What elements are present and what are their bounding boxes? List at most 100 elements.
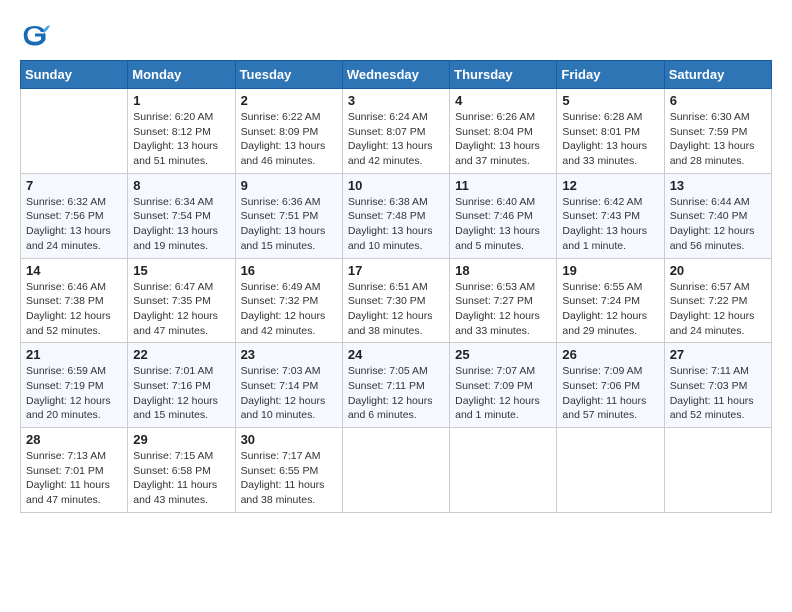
day-number: 4 bbox=[455, 93, 551, 108]
day-number: 3 bbox=[348, 93, 444, 108]
day-info: Sunrise: 7:17 AM Sunset: 6:55 PM Dayligh… bbox=[241, 449, 337, 508]
logo-icon bbox=[20, 20, 50, 50]
day-number: 24 bbox=[348, 347, 444, 362]
day-info: Sunrise: 7:01 AM Sunset: 7:16 PM Dayligh… bbox=[133, 364, 229, 423]
calendar-week-row: 14Sunrise: 6:46 AM Sunset: 7:38 PM Dayli… bbox=[21, 258, 772, 343]
calendar-cell: 23 Sunrise: 7:03 AM Sunset: 7:14 PM Dayli… bbox=[235, 343, 342, 428]
calendar-cell: 22 Sunrise: 7:01 AM Sunset: 7:16 PM Dayli… bbox=[128, 343, 235, 428]
day-number: 25 bbox=[455, 347, 551, 362]
day-number: 15 bbox=[133, 263, 229, 278]
day-info: Sunrise: 7:07 AM Sunset: 7:09 PM Dayligh… bbox=[455, 364, 551, 423]
day-info: Sunrise: 6:26 AM Sunset: 8:04 PM Dayligh… bbox=[455, 110, 551, 169]
day-number: 8 bbox=[133, 178, 229, 193]
day-number: 11 bbox=[455, 178, 551, 193]
day-number: 6 bbox=[670, 93, 766, 108]
day-number: 29 bbox=[133, 432, 229, 447]
day-info: Sunrise: 7:05 AM Sunset: 7:11 PM Dayligh… bbox=[348, 364, 444, 423]
day-number: 19 bbox=[562, 263, 658, 278]
day-info: Sunrise: 6:42 AM Sunset: 7:43 PM Dayligh… bbox=[562, 195, 658, 254]
day-info: Sunrise: 6:34 AM Sunset: 7:54 PM Dayligh… bbox=[133, 195, 229, 254]
calendar-cell: 4 Sunrise: 6:26 AM Sunset: 8:04 PM Daylig… bbox=[450, 89, 557, 174]
day-info: Sunrise: 6:44 AM Sunset: 7:40 PM Dayligh… bbox=[670, 195, 766, 254]
day-info: Sunrise: 6:20 AM Sunset: 8:12 PM Dayligh… bbox=[133, 110, 229, 169]
day-number: 2 bbox=[241, 93, 337, 108]
calendar-cell: 18Sunrise: 6:53 AM Sunset: 7:27 PM Dayli… bbox=[450, 258, 557, 343]
calendar-cell: 29 Sunrise: 7:15 AM Sunset: 6:58 PM Dayli… bbox=[128, 428, 235, 513]
weekday-header: Sunday bbox=[21, 61, 128, 89]
weekday-header: Monday bbox=[128, 61, 235, 89]
calendar-cell: 24 Sunrise: 7:05 AM Sunset: 7:11 PM Dayli… bbox=[342, 343, 449, 428]
weekday-header: Saturday bbox=[664, 61, 771, 89]
day-info: Sunrise: 6:51 AM Sunset: 7:30 PM Dayligh… bbox=[348, 280, 444, 339]
logo bbox=[20, 20, 54, 50]
day-info: Sunrise: 6:36 AM Sunset: 7:51 PM Dayligh… bbox=[241, 195, 337, 254]
calendar-cell: 6 Sunrise: 6:30 AM Sunset: 7:59 PM Daylig… bbox=[664, 89, 771, 174]
weekday-header: Wednesday bbox=[342, 61, 449, 89]
calendar-cell: 9 Sunrise: 6:36 AM Sunset: 7:51 PM Daylig… bbox=[235, 173, 342, 258]
day-info: Sunrise: 7:09 AM Sunset: 7:06 PM Dayligh… bbox=[562, 364, 658, 423]
day-info: Sunrise: 6:57 AM Sunset: 7:22 PM Dayligh… bbox=[670, 280, 766, 339]
calendar-cell: 14Sunrise: 6:46 AM Sunset: 7:38 PM Dayli… bbox=[21, 258, 128, 343]
calendar-cell: 25 Sunrise: 7:07 AM Sunset: 7:09 PM Dayli… bbox=[450, 343, 557, 428]
day-info: Sunrise: 6:55 AM Sunset: 7:24 PM Dayligh… bbox=[562, 280, 658, 339]
day-number: 26 bbox=[562, 347, 658, 362]
weekday-header: Tuesday bbox=[235, 61, 342, 89]
calendar-cell bbox=[21, 89, 128, 174]
day-info: Sunrise: 7:03 AM Sunset: 7:14 PM Dayligh… bbox=[241, 364, 337, 423]
day-number: 30 bbox=[241, 432, 337, 447]
day-number: 13 bbox=[670, 178, 766, 193]
calendar-cell: 8 Sunrise: 6:34 AM Sunset: 7:54 PM Daylig… bbox=[128, 173, 235, 258]
calendar-cell bbox=[664, 428, 771, 513]
calendar-cell: 17Sunrise: 6:51 AM Sunset: 7:30 PM Dayli… bbox=[342, 258, 449, 343]
calendar-week-row: 21Sunrise: 6:59 AM Sunset: 7:19 PM Dayli… bbox=[21, 343, 772, 428]
calendar-cell: 13 Sunrise: 6:44 AM Sunset: 7:40 PM Dayli… bbox=[664, 173, 771, 258]
day-number: 23 bbox=[241, 347, 337, 362]
day-info: Sunrise: 7:11 AM Sunset: 7:03 PM Dayligh… bbox=[670, 364, 766, 423]
day-number: 21 bbox=[26, 347, 122, 362]
calendar-cell bbox=[557, 428, 664, 513]
calendar-cell: 7Sunrise: 6:32 AM Sunset: 7:56 PM Daylig… bbox=[21, 173, 128, 258]
day-info: Sunrise: 6:40 AM Sunset: 7:46 PM Dayligh… bbox=[455, 195, 551, 254]
calendar-cell: 27 Sunrise: 7:11 AM Sunset: 7:03 PM Dayli… bbox=[664, 343, 771, 428]
day-info: Sunrise: 6:53 AM Sunset: 7:27 PM Dayligh… bbox=[455, 280, 551, 339]
day-info: Sunrise: 6:24 AM Sunset: 8:07 PM Dayligh… bbox=[348, 110, 444, 169]
calendar-cell: 10Sunrise: 6:38 AM Sunset: 7:48 PM Dayli… bbox=[342, 173, 449, 258]
calendar-cell: 5 Sunrise: 6:28 AM Sunset: 8:01 PM Daylig… bbox=[557, 89, 664, 174]
calendar-cell: 2 Sunrise: 6:22 AM Sunset: 8:09 PM Daylig… bbox=[235, 89, 342, 174]
calendar-cell: 30 Sunrise: 7:17 AM Sunset: 6:55 PM Dayli… bbox=[235, 428, 342, 513]
day-number: 14 bbox=[26, 263, 122, 278]
calendar-cell: 16Sunrise: 6:49 AM Sunset: 7:32 PM Dayli… bbox=[235, 258, 342, 343]
day-info: Sunrise: 6:28 AM Sunset: 8:01 PM Dayligh… bbox=[562, 110, 658, 169]
weekday-header: Thursday bbox=[450, 61, 557, 89]
day-number: 1 bbox=[133, 93, 229, 108]
day-number: 7 bbox=[26, 178, 122, 193]
day-info: Sunrise: 7:15 AM Sunset: 6:58 PM Dayligh… bbox=[133, 449, 229, 508]
calendar-cell: 3 Sunrise: 6:24 AM Sunset: 8:07 PM Daylig… bbox=[342, 89, 449, 174]
calendar-cell: 20 Sunrise: 6:57 AM Sunset: 7:22 PM Dayli… bbox=[664, 258, 771, 343]
calendar-cell: 21Sunrise: 6:59 AM Sunset: 7:19 PM Dayli… bbox=[21, 343, 128, 428]
calendar-cell: 19 Sunrise: 6:55 AM Sunset: 7:24 PM Dayli… bbox=[557, 258, 664, 343]
day-number: 10 bbox=[348, 178, 444, 193]
day-number: 12 bbox=[562, 178, 658, 193]
day-info: Sunrise: 6:49 AM Sunset: 7:32 PM Dayligh… bbox=[241, 280, 337, 339]
calendar-cell: 26 Sunrise: 7:09 AM Sunset: 7:06 PM Dayli… bbox=[557, 343, 664, 428]
day-number: 5 bbox=[562, 93, 658, 108]
calendar-week-row: 28 Sunrise: 7:13 AM Sunset: 7:01 PM Dayli… bbox=[21, 428, 772, 513]
day-info: Sunrise: 6:22 AM Sunset: 8:09 PM Dayligh… bbox=[241, 110, 337, 169]
day-info: Sunrise: 6:30 AM Sunset: 7:59 PM Dayligh… bbox=[670, 110, 766, 169]
calendar-cell: 15Sunrise: 6:47 AM Sunset: 7:35 PM Dayli… bbox=[128, 258, 235, 343]
calendar-table: SundayMondayTuesdayWednesdayThursdayFrid… bbox=[20, 60, 772, 513]
day-number: 28 bbox=[26, 432, 122, 447]
day-number: 22 bbox=[133, 347, 229, 362]
calendar-cell: 12 Sunrise: 6:42 AM Sunset: 7:43 PM Dayli… bbox=[557, 173, 664, 258]
weekday-header: Friday bbox=[557, 61, 664, 89]
page-header bbox=[20, 20, 772, 50]
day-number: 27 bbox=[670, 347, 766, 362]
calendar-week-row: 1 Sunrise: 6:20 AM Sunset: 8:12 PM Daylig… bbox=[21, 89, 772, 174]
calendar-cell: 1 Sunrise: 6:20 AM Sunset: 8:12 PM Daylig… bbox=[128, 89, 235, 174]
day-info: Sunrise: 7:13 AM Sunset: 7:01 PM Dayligh… bbox=[26, 449, 122, 508]
calendar-week-row: 7Sunrise: 6:32 AM Sunset: 7:56 PM Daylig… bbox=[21, 173, 772, 258]
calendar-cell bbox=[450, 428, 557, 513]
day-number: 9 bbox=[241, 178, 337, 193]
day-number: 20 bbox=[670, 263, 766, 278]
